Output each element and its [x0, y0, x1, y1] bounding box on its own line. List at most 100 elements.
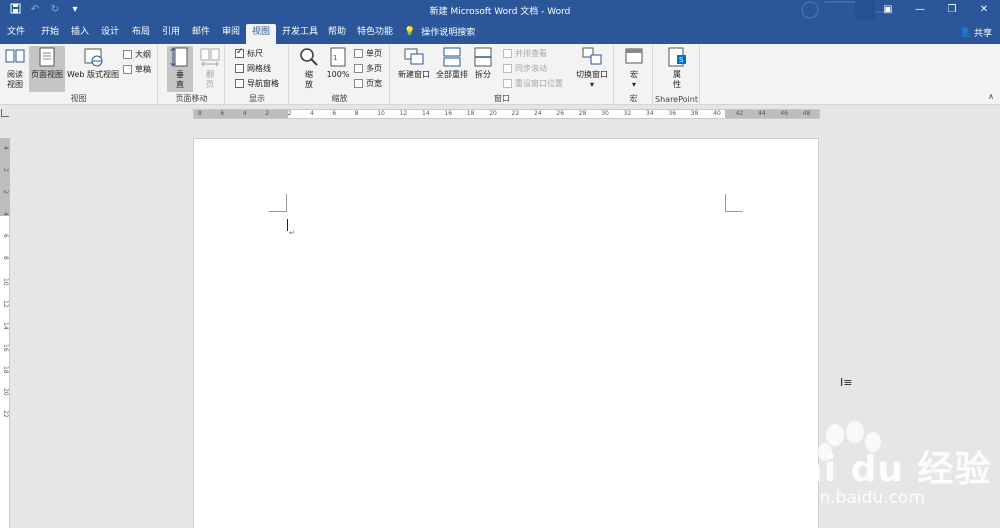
- tab-selector-icon[interactable]: [1, 109, 9, 117]
- zoom-100-button[interactable]: 1 100%: [325, 46, 351, 80]
- new-window-button[interactable]: 新建窗口: [395, 46, 433, 80]
- vruler-tick: 10: [2, 278, 9, 286]
- read-mode-label: 阅读 视图: [7, 70, 23, 89]
- ribbon: 阅读 视图 页面视图 Web 版式视图 大纲 草稿 视图 垂直 翻页 页面移动: [0, 44, 1000, 105]
- group-window: 新建窗口 全部重排 拆分 并排查看 同步滚动 重设窗口位置 切换窗口 ▾ 窗口: [391, 44, 614, 105]
- ruler-left-margin: [194, 110, 288, 118]
- close-icon[interactable]: ✕: [968, 0, 1000, 20]
- read-mode-button[interactable]: 阅读 视图: [3, 46, 27, 90]
- tab-design[interactable]: 设计: [96, 24, 124, 44]
- tab-layout[interactable]: 布局: [127, 24, 155, 44]
- sync-scroll-label: 同步滚动: [515, 64, 547, 73]
- ruler-tick: 48: [802, 110, 811, 117]
- web-layout-button[interactable]: Web 版式视图: [66, 46, 120, 80]
- page-width-button[interactable]: 页宽: [354, 77, 382, 90]
- switch-windows-icon: [582, 47, 602, 65]
- group-macros: 宏 ▾ 宏: [615, 44, 653, 105]
- tab-developer[interactable]: 开发工具: [280, 24, 320, 44]
- nav-pane-check-icon: [235, 79, 244, 88]
- side-to-side-button[interactable]: 翻页: [197, 46, 223, 90]
- print-layout-button[interactable]: 页面视图: [29, 46, 65, 92]
- group-macros-label: 宏: [629, 94, 638, 103]
- tab-file[interactable]: 文件: [2, 24, 30, 44]
- sync-scroll-button[interactable]: 同步滚动: [503, 62, 547, 75]
- one-page-button[interactable]: 单页: [354, 47, 382, 60]
- properties-label: 属性: [673, 70, 681, 89]
- arrange-all-button[interactable]: 全部重排: [433, 46, 471, 80]
- collapse-ribbon-icon[interactable]: ∧: [988, 92, 994, 101]
- switch-windows-button[interactable]: 切换窗口 ▾: [573, 46, 611, 90]
- group-show-label: 显示: [249, 94, 265, 103]
- ruler-tick: 4: [310, 110, 314, 117]
- ruler-tick: 42: [735, 110, 744, 117]
- ruler-checkbox[interactable]: 标尺: [235, 47, 263, 60]
- ruler-tick: 8: [198, 110, 202, 117]
- tab-references[interactable]: 引用: [157, 24, 185, 44]
- zoom-label: 缩放: [305, 70, 313, 89]
- side-by-side-button[interactable]: 并排查看: [503, 47, 547, 60]
- multiple-pages-button[interactable]: 多页: [354, 62, 382, 75]
- ruler-tick: 18: [466, 110, 475, 117]
- horizontal-ruler[interactable]: 8 6 4 2 2 4 6 8 10 12 14 16 18 20 22 24 26 28 30 32 34 36 38 40…: [193, 109, 820, 119]
- ruler-tick: 10: [377, 110, 385, 117]
- gridlines-checkbox[interactable]: 网格线: [235, 62, 271, 75]
- text-cursor: [287, 219, 288, 231]
- hundred-percent-icon: 1: [330, 47, 346, 67]
- crop-mark-top-left: [269, 194, 287, 212]
- title-bar: ↶ ↻ ▾ 新建 Microsoft Word 文档 - Word ▣ — ❐ …: [0, 0, 1000, 20]
- vruler-tick: 2: [2, 168, 9, 172]
- ruler-tick: 46: [780, 110, 789, 117]
- macros-button[interactable]: 宏 ▾: [622, 46, 646, 90]
- sync-scroll-icon: [503, 64, 512, 73]
- zoom-button[interactable]: 缩放: [296, 46, 322, 90]
- properties-button[interactable]: S 属性: [664, 46, 690, 90]
- ruler-tick: 34: [646, 110, 654, 117]
- ruler-tick: 24: [534, 110, 542, 117]
- page-width-icon: [354, 79, 363, 88]
- svg-text:1: 1: [333, 54, 337, 62]
- vertical-label: 垂直: [176, 70, 184, 89]
- tab-insert[interactable]: 插入: [66, 24, 94, 44]
- switch-windows-dropdown-icon: ▾: [589, 80, 594, 89]
- tab-home[interactable]: 开始: [36, 24, 64, 44]
- side-by-side-label: 并排查看: [515, 49, 547, 58]
- gridlines-label: 网格线: [247, 64, 271, 73]
- nav-pane-checkbox[interactable]: 导航窗格: [235, 77, 279, 90]
- lightbulb-icon: 💡: [404, 26, 416, 37]
- draft-label: 草稿: [135, 65, 151, 74]
- side-to-side-icon: [200, 48, 220, 67]
- vertical-ruler[interactable]: 4 2 2 4 6 8 10 12 14 16 18 20 22: [0, 138, 10, 528]
- properties-icon: S: [668, 47, 686, 67]
- share-button[interactable]: 👤 共享: [960, 26, 992, 40]
- tab-help[interactable]: 帮助: [323, 24, 351, 44]
- document-page[interactable]: ↵: [193, 138, 819, 528]
- ruler-label: 标尺: [247, 49, 263, 58]
- tab-view[interactable]: 视图: [246, 24, 276, 44]
- reset-position-button[interactable]: 重设窗口位置: [503, 77, 563, 90]
- ribbon-display-icon[interactable]: ▣: [872, 0, 904, 20]
- side-to-side-label: 翻页: [206, 70, 214, 89]
- restore-icon[interactable]: ❐: [936, 0, 968, 20]
- watermark-brand: Bai du 经验: [770, 449, 992, 490]
- reset-position-icon: [503, 79, 512, 88]
- outline-button[interactable]: 大纲: [123, 48, 151, 61]
- vruler-tick: 4: [2, 146, 9, 150]
- tab-special-features[interactable]: 特色功能: [355, 24, 395, 44]
- draft-icon: [123, 65, 132, 74]
- draft-button[interactable]: 草稿: [123, 63, 151, 76]
- macros-label: 宏: [630, 70, 638, 79]
- tell-me-search[interactable]: 💡 操作说明搜索: [404, 25, 475, 39]
- ruler-tick: 8: [354, 110, 359, 117]
- ruler-tick: 6: [332, 110, 337, 117]
- vruler-tick: 16: [2, 344, 9, 352]
- split-icon: [474, 47, 492, 67]
- tab-mailings[interactable]: 邮件: [187, 24, 215, 44]
- tab-review[interactable]: 审阅: [217, 24, 245, 44]
- nav-pane-label: 导航窗格: [247, 79, 279, 88]
- vertical-button[interactable]: 垂直: [167, 46, 193, 92]
- group-show: 标尺 网格线 导航窗格 显示: [226, 44, 289, 105]
- minimize-icon[interactable]: —: [904, 0, 936, 20]
- split-button[interactable]: 拆分: [471, 46, 495, 80]
- group-sharepoint-label: SharePoint: [655, 95, 698, 104]
- reset-position-label: 重设窗口位置: [515, 79, 563, 88]
